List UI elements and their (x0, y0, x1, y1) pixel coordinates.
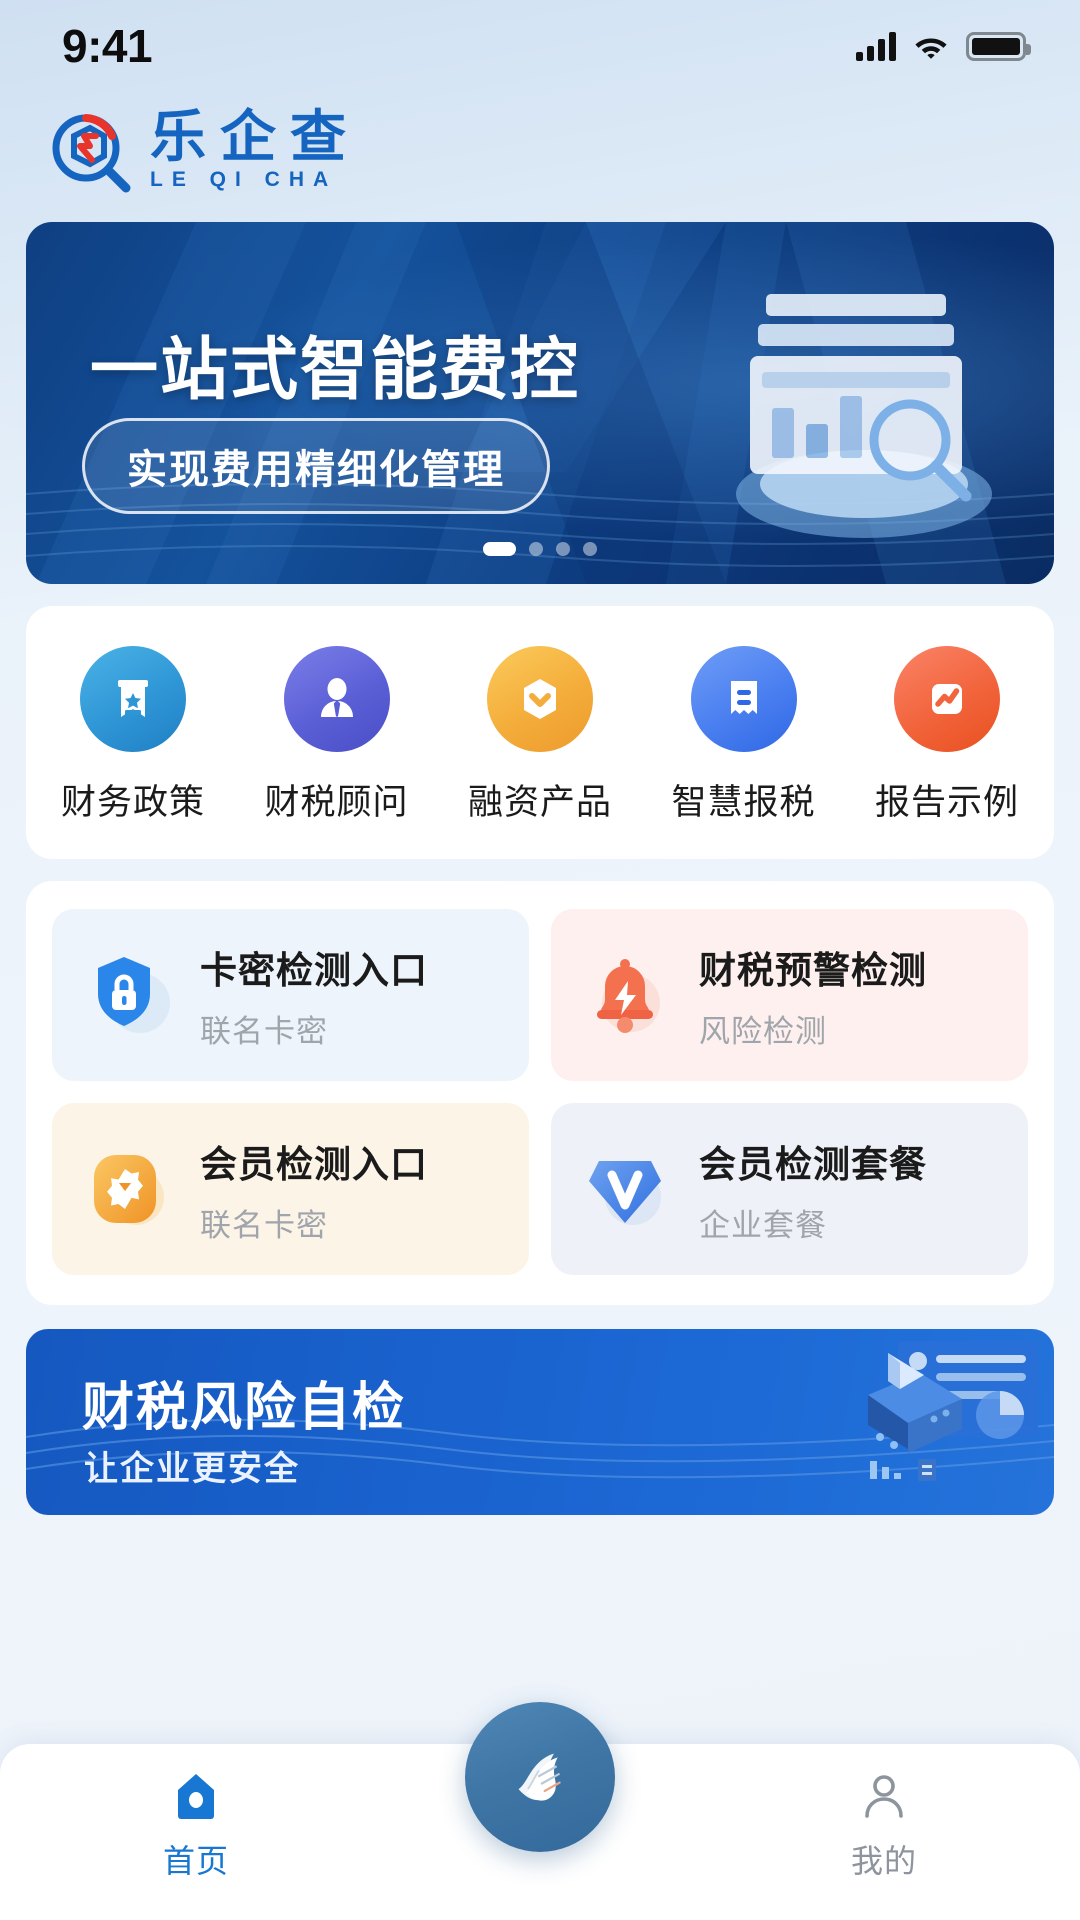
battery-icon (966, 31, 1031, 61)
feature-card-subtitle: 联名卡密 (200, 1207, 328, 1243)
feature-card-title: 卡密检测入口 (200, 949, 428, 991)
quick-actions-panel: 财务政策 财税顾问 融资产品 智慧报税 报告示例 (26, 606, 1054, 859)
quick-action-label: 报告示例 (874, 783, 1019, 822)
carousel-pagination[interactable] (26, 542, 1054, 556)
feature-card-title: 财税预警检测 (699, 949, 927, 991)
promo-title: 财税风险自检 (82, 1379, 407, 1437)
tab-label: 我的 (850, 1843, 917, 1879)
user-profile-icon (865, 1775, 903, 1818)
status-bar-indicators (856, 31, 1031, 61)
hexagon-chevron-icon (487, 646, 593, 752)
certificate-badge-icon (80, 646, 186, 752)
quick-action-caishuiguwen[interactable]: 财税顾问 (256, 646, 418, 825)
flower-badge-icon (82, 1141, 178, 1237)
status-bar: 9:41 (0, 0, 1080, 92)
carousel-dot-2[interactable] (529, 542, 543, 556)
carousel-dot-4[interactable] (583, 542, 597, 556)
quick-action-rongzichanpin[interactable]: 融资产品 (459, 646, 621, 825)
app-screen: 9:41 乐企查 LE QI CHA 一站式智能费控 实现费用精细化管理 财务政… (0, 0, 1080, 1920)
quick-action-label: 财税顾问 (264, 783, 409, 822)
advisor-person-icon (283, 646, 390, 752)
quick-action-zhihuibaoshui[interactable]: 智慧报税 (663, 646, 825, 825)
shield-lock-icon (82, 947, 178, 1043)
hero-subtitle-pill: 实现费用精细化管理 (82, 418, 550, 514)
carousel-dot-3[interactable] (556, 542, 570, 556)
data-analysis-illustration-icon (868, 1341, 1038, 1481)
feature-card-caishuiyujing[interactable]: 财税预警检测 风险检测 (551, 909, 1028, 1081)
tab-home[interactable]: 首页 (96, 1770, 296, 1882)
quick-action-caiwuzhengce[interactable]: 财务政策 (52, 646, 214, 825)
chart-line-icon (894, 646, 1000, 752)
leqicha-logo-icon (46, 106, 134, 194)
cellular-signal-icon (856, 31, 896, 61)
brand-name-cn: 乐企查 (150, 104, 360, 168)
promo-subtitle: 让企业更安全 (84, 1450, 300, 1488)
documents-fab-icon[interactable] (465, 1702, 615, 1852)
feature-card-huiyuantaocan[interactable]: 会员检测套餐 企业套餐 (551, 1103, 1028, 1275)
status-bar-time: 9:41 (62, 20, 153, 72)
hero-title: 一站式智能费控 (90, 332, 581, 408)
wifi-icon (912, 32, 950, 60)
hero-banner-carousel[interactable]: 一站式智能费控 实现费用精细化管理 (26, 222, 1054, 584)
tab-profile[interactable]: 我的 (784, 1770, 984, 1882)
home-icon (178, 1774, 214, 1819)
vip-diamond-icon (581, 1141, 677, 1237)
feature-card-title: 会员检测套餐 (699, 1143, 927, 1185)
bell-alert-icon (581, 947, 677, 1043)
feature-card-subtitle: 企业套餐 (699, 1207, 827, 1243)
dashboard-illustration-icon (736, 294, 992, 538)
feature-card-subtitle: 联名卡密 (200, 1013, 328, 1049)
feature-card-subtitle: 风险检测 (699, 1013, 827, 1049)
carousel-dot-1[interactable] (483, 542, 516, 556)
quick-action-label: 财务政策 (60, 783, 205, 822)
quick-action-label: 融资产品 (467, 783, 612, 822)
quick-action-baogaoshili[interactable]: 报告示例 (866, 646, 1028, 825)
brand-header: 乐企查 LE QI CHA (0, 92, 1080, 204)
tab-label: 首页 (162, 1843, 229, 1879)
promo-banner[interactable]: 财税风险自检 让企业更安全 (26, 1329, 1054, 1515)
brand-name-en: LE QI CHA (150, 168, 338, 192)
quick-action-label: 智慧报税 (671, 783, 816, 822)
bottom-tab-bar: 首页 我的 (0, 1702, 1080, 1920)
feature-card-title: 会员检测入口 (200, 1143, 428, 1185)
feature-card-kamijiance[interactable]: 卡密检测入口 联名卡密 (52, 909, 529, 1081)
feature-cards-panel: 卡密检测入口 联名卡密 财税预警检测 风险检测 会员检测入口 联名卡密 会员检测… (26, 881, 1054, 1305)
feature-card-huiyuanjiance[interactable]: 会员检测入口 联名卡密 (52, 1103, 529, 1275)
receipt-icon (690, 646, 797, 752)
